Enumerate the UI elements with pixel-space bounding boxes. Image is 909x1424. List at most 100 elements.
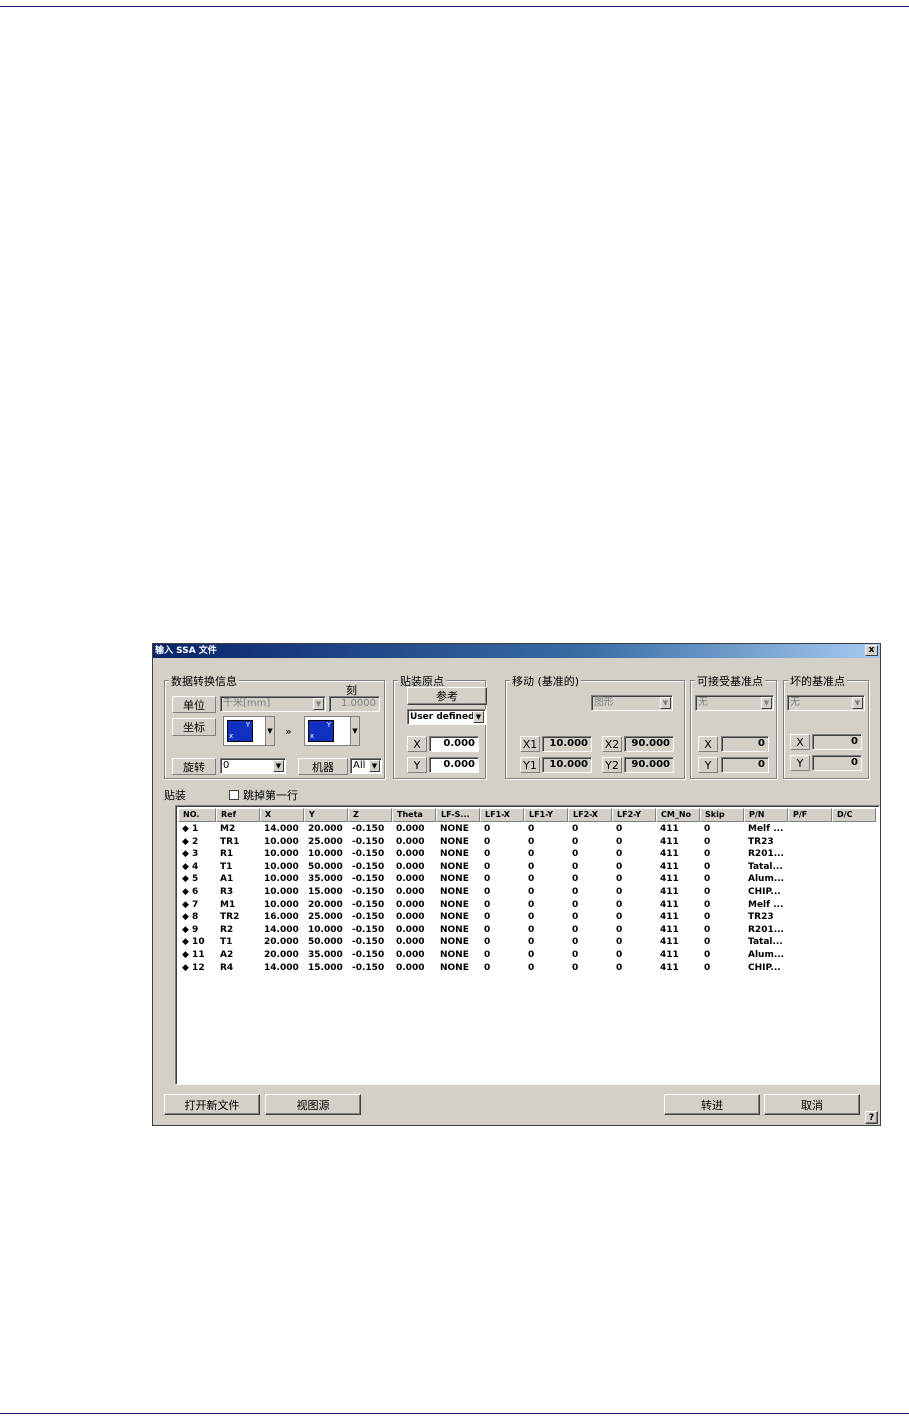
table-cell-y: 25.000 bbox=[308, 912, 343, 923]
table-cell-lf2-x: 0 bbox=[572, 886, 579, 897]
source-coordinate-select[interactable]: x Y ▼ bbox=[223, 716, 275, 746]
y2-field[interactable]: 90.000 bbox=[624, 757, 674, 773]
table-cell-dc bbox=[832, 873, 876, 886]
open-new-file-button[interactable]: 打开新文件 bbox=[164, 1094, 260, 1115]
close-button[interactable]: x bbox=[865, 645, 878, 656]
bad-fiducial-legend: 坏的基准点 bbox=[788, 673, 847, 689]
table-cell-lf-s: NONE bbox=[440, 899, 469, 910]
column-header-lf-s[interactable]: LF-S... bbox=[436, 808, 480, 822]
column-header-x[interactable]: X bbox=[260, 808, 304, 822]
column-header-pn[interactable]: P/N bbox=[744, 808, 788, 822]
table-row[interactable]: ◆ 9 R2 14.000 10.000 -0.150 0.000 NONE 0 0 0 0 411 0… bbox=[178, 924, 876, 937]
table-cell-ref: R4 bbox=[220, 962, 234, 973]
column-header-lf1-x[interactable]: LF1-X bbox=[480, 808, 524, 822]
table-cell-no: ◆ 2 bbox=[182, 836, 199, 847]
table-row[interactable]: ◆ 2 TR1 10.000 25.000 -0.150 0.000 NONE 0 0 0 0 411… bbox=[178, 836, 876, 849]
x1-field[interactable]: 10.000 bbox=[542, 736, 592, 752]
table-cell-x: 14.000 bbox=[264, 924, 299, 935]
column-header-lf1-y[interactable]: LF1-Y bbox=[524, 808, 568, 822]
table-cell-lf1-y: 0 bbox=[528, 962, 535, 973]
chevron-down-icon: ▼ bbox=[265, 717, 274, 745]
table-row[interactable]: ◆ 4 T1 10.000 50.000 -0.150 0.000 NONE 0 0 0 0 411 0… bbox=[178, 861, 876, 874]
column-header-pf[interactable]: P/F bbox=[788, 808, 832, 822]
table-row[interactable]: ◆ 5 A1 10.000 35.000 -0.150 0.000 NONE 0 0 0 0 411 0… bbox=[178, 873, 876, 886]
table-row[interactable]: ◆ 6 R3 10.000 15.000 -0.150 0.000 NONE 0 0 0 0 411 0… bbox=[178, 886, 876, 899]
accept-x-field[interactable]: 0 bbox=[721, 736, 769, 752]
table-cell-cm-no: 411 bbox=[660, 937, 679, 948]
reference-button[interactable]: 参考 bbox=[407, 687, 487, 705]
x2-field[interactable]: 90.000 bbox=[624, 736, 674, 752]
table-cell-ref: M2 bbox=[220, 824, 236, 834]
column-header-ref[interactable]: Ref bbox=[216, 808, 260, 822]
table-row[interactable]: ◆ 8 TR2 16.000 25.000 -0.150 0.000 NONE 0 0 0 0 411… bbox=[178, 911, 876, 924]
column-header-no[interactable]: NO. bbox=[178, 808, 216, 822]
table-cell-theta: 0.000 bbox=[396, 962, 425, 973]
rotate-select[interactable]: 0 ▼ bbox=[220, 758, 286, 774]
table-cell-lf1-x: 0 bbox=[484, 849, 491, 860]
target-coordinate-select[interactable]: x Y ▼ bbox=[304, 716, 360, 746]
table-cell-x: 10.000 bbox=[264, 886, 299, 897]
view-source-button[interactable]: 视图源 bbox=[265, 1094, 361, 1115]
bad-x-field[interactable]: 0 bbox=[812, 734, 862, 750]
table-cell-x: 10.000 bbox=[264, 849, 299, 860]
table-cell-dc bbox=[832, 962, 876, 975]
shape-select[interactable]: 图形 ▼ bbox=[591, 695, 673, 711]
table-cell-lf2-x: 0 bbox=[572, 824, 579, 834]
skip-first-row-checkbox[interactable] bbox=[229, 790, 239, 800]
table-cell-lf2-x: 0 bbox=[572, 924, 579, 935]
unit-select-value: 千米[mm] bbox=[223, 698, 271, 709]
origin-x-field[interactable]: 0.000 bbox=[429, 736, 479, 752]
table-cell-z: -0.150 bbox=[352, 924, 385, 935]
conversion-legend: 数据转换信息 bbox=[169, 673, 239, 689]
table-cell-x: 20.000 bbox=[264, 937, 299, 948]
table-cell-no: ◆ 8 bbox=[182, 912, 199, 923]
bad-x-label: X bbox=[790, 734, 810, 750]
y2-label: Y2 bbox=[602, 757, 622, 773]
column-header-cm-no[interactable]: CM_No bbox=[656, 808, 700, 822]
table-row[interactable]: ◆ 1 M2 14.000 20.000 -0.150 0.000 NONE 0 0 0 0 411 0… bbox=[178, 823, 876, 836]
table-cell-dc bbox=[832, 823, 876, 836]
column-header-theta[interactable]: Theta bbox=[392, 808, 436, 822]
placement-label: 贴装 bbox=[164, 789, 186, 802]
table-cell-lf1-y: 0 bbox=[528, 836, 535, 847]
column-header-dc[interactable]: D/C bbox=[832, 808, 876, 822]
placement-table[interactable]: NO. Ref X Y Z Theta LF-S... LF1-X LF1-Y LF2-X LF2-… bbox=[175, 805, 880, 1085]
table-row[interactable]: ◆ 3 R1 10.000 10.000 -0.150 0.000 NONE 0 0 0 0 411 0… bbox=[178, 848, 876, 861]
table-row[interactable]: ◆ 10 T1 20.000 50.000 -0.150 0.000 NONE 0 0 0 0 411… bbox=[178, 936, 876, 949]
column-header-y[interactable]: Y bbox=[304, 808, 348, 822]
scale-field[interactable]: 1.0000 bbox=[329, 696, 380, 712]
table-cell-lf-s: NONE bbox=[440, 924, 469, 935]
column-header-skip[interactable]: Skip bbox=[700, 808, 744, 822]
unit-select[interactable]: 千米[mm] ▼ bbox=[220, 696, 326, 712]
machine-select[interactable]: All ▼ bbox=[350, 758, 382, 774]
bad-fiducial-select[interactable]: 无 ▼ bbox=[787, 695, 865, 711]
bad-y-field[interactable]: 0 bbox=[812, 755, 862, 771]
table-cell-pf bbox=[788, 861, 832, 874]
table-cell-theta: 0.000 bbox=[396, 912, 425, 923]
column-header-lf2-y[interactable]: LF2-Y bbox=[612, 808, 656, 822]
table-cell-y: 35.000 bbox=[308, 874, 343, 885]
table-cell-theta: 0.000 bbox=[396, 886, 425, 897]
cancel-button[interactable]: 取消 bbox=[764, 1094, 860, 1115]
accept-fiducial-select[interactable]: 无 ▼ bbox=[695, 695, 774, 711]
table-cell-cm-no: 411 bbox=[660, 924, 679, 935]
accept-y-field[interactable]: 0 bbox=[721, 757, 769, 773]
table-cell-y: 15.000 bbox=[308, 886, 343, 897]
table-cell-lf1-x: 0 bbox=[484, 836, 491, 847]
proceed-button[interactable]: 转进 bbox=[664, 1094, 760, 1115]
x1-label: X1 bbox=[520, 736, 540, 752]
table-row[interactable]: ◆ 11 A2 20.000 35.000 -0.150 0.000 NONE 0 0 0 0 411… bbox=[178, 949, 876, 962]
table-row[interactable]: ◆ 12 R4 14.000 15.000 -0.150 0.000 NONE 0 0 0 0 411… bbox=[178, 962, 876, 975]
origin-mode-select[interactable]: User defined ▼ bbox=[407, 709, 486, 725]
y1-field[interactable]: 10.000 bbox=[542, 757, 592, 773]
origin-y-field[interactable]: 0.000 bbox=[429, 757, 479, 773]
help-icon[interactable]: ? bbox=[865, 1111, 878, 1124]
dialog-title: 输入 SSA 文件 bbox=[155, 646, 217, 656]
table-cell-pn: R201... bbox=[748, 924, 784, 935]
column-header-z[interactable]: Z bbox=[348, 808, 392, 822]
table-cell-skip: 0 bbox=[704, 912, 711, 923]
chevron-down-icon: ▼ bbox=[369, 760, 380, 772]
table-cell-dc bbox=[832, 848, 876, 861]
column-header-lf2-x[interactable]: LF2-X bbox=[568, 808, 612, 822]
table-row[interactable]: ◆ 7 M1 10.000 20.000 -0.150 0.000 NONE 0 0 0 0 411 0… bbox=[178, 899, 876, 912]
